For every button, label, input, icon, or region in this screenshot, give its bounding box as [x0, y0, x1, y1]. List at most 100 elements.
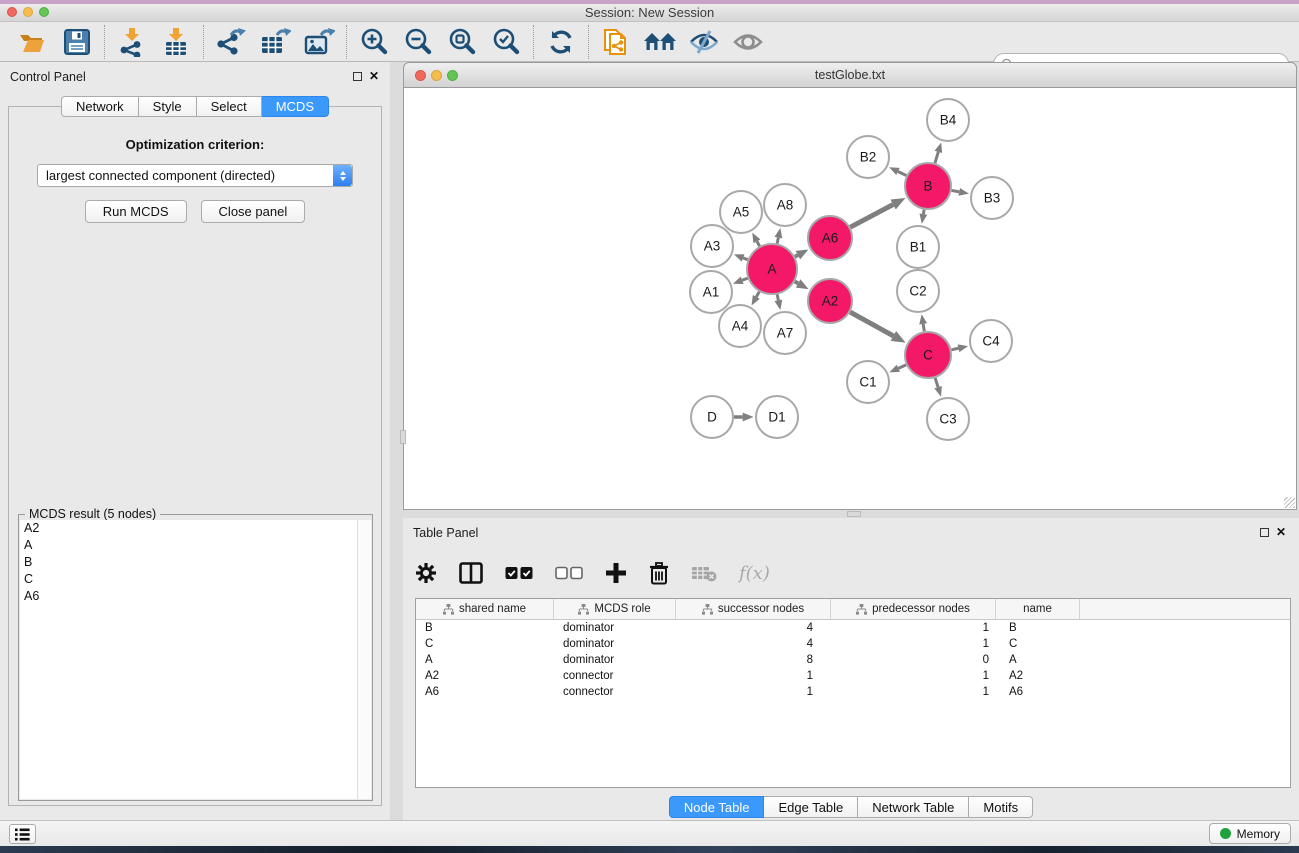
column-header-shared-name[interactable]: shared name	[416, 599, 554, 619]
graph-node-A8[interactable]: A8	[764, 184, 806, 226]
network-graph[interactable]: AA6A2BCA1A3A4A5A7A8B1B2B3B4C1C2C3C4DD1	[404, 88, 1296, 508]
cell-MCDS-role[interactable]: connector	[554, 686, 676, 698]
export-table-button[interactable]	[256, 25, 294, 59]
edge-A6-B[interactable]	[850, 205, 893, 228]
close-panel-icon[interactable]: ✕	[369, 69, 379, 83]
graph-node-C[interactable]: C	[905, 332, 951, 378]
tab-select[interactable]: Select	[197, 96, 262, 117]
graph-node-A5[interactable]: A5	[720, 191, 762, 233]
tab-network-table[interactable]: Network Table	[858, 796, 969, 818]
cell-predecessor-nodes[interactable]: 1	[831, 638, 996, 650]
graph-node-C2[interactable]: C2	[897, 270, 939, 312]
graph-node-A1[interactable]: A1	[690, 271, 732, 313]
table-row[interactable]: A2connector11A2	[416, 668, 1290, 684]
cell-name[interactable]: B	[996, 622, 1080, 634]
zoom-in-button[interactable]	[355, 25, 393, 59]
resize-grip-icon[interactable]	[1284, 497, 1295, 508]
table-row[interactable]: A6connector11A6	[416, 684, 1290, 700]
cell-successor-nodes[interactable]: 4	[676, 622, 831, 634]
memory-button[interactable]: Memory	[1209, 823, 1291, 844]
zoom-out-button[interactable]	[399, 25, 437, 59]
save-session-button[interactable]	[58, 25, 96, 59]
edge-B-B1[interactable]	[923, 210, 924, 214]
tab-style[interactable]: Style	[139, 96, 197, 117]
cell-successor-nodes[interactable]: 1	[676, 686, 831, 698]
cell-name[interactable]: A	[996, 654, 1080, 666]
close-panel-button[interactable]: Close panel	[201, 200, 306, 223]
graph-node-B[interactable]: B	[905, 163, 951, 209]
graph-node-B1[interactable]: B1	[897, 226, 939, 268]
table-row[interactable]: Cdominator41C	[416, 636, 1290, 652]
graph-node-D1[interactable]: D1	[756, 396, 798, 438]
splitter-handle[interactable]	[400, 430, 406, 444]
cell-successor-nodes[interactable]: 8	[676, 654, 831, 666]
edge-C-C4[interactable]	[951, 348, 958, 350]
graph-node-C3[interactable]: C3	[927, 398, 969, 440]
import-network-button[interactable]	[113, 25, 151, 59]
cell-name[interactable]: A2	[996, 670, 1080, 682]
delete-column-trash-icon[interactable]	[649, 562, 669, 585]
edge-C-C3[interactable]	[935, 378, 938, 387]
zoom-selected-button[interactable]	[487, 25, 525, 59]
splitter-handle[interactable]	[847, 511, 861, 517]
show-graphics-details-button[interactable]	[729, 25, 767, 59]
table-settings-gear-icon[interactable]	[415, 562, 437, 584]
duplicate-network-button[interactable]	[597, 25, 635, 59]
graph-node-A3[interactable]: A3	[691, 225, 733, 267]
graph-node-C1[interactable]: C1	[847, 361, 889, 403]
edge-B-B4[interactable]	[935, 152, 938, 163]
edge-A-A6[interactable]	[795, 255, 798, 257]
column-header-successor-nodes[interactable]: successor nodes	[676, 599, 831, 619]
edge-A-A4[interactable]	[756, 292, 759, 297]
table-row[interactable]: Bdominator41B	[416, 620, 1290, 636]
network-window-titlebar[interactable]: testGlobe.txt	[403, 62, 1297, 88]
cell-MCDS-role[interactable]: dominator	[554, 638, 676, 650]
refresh-button[interactable]	[542, 25, 580, 59]
edge-A-A7[interactable]	[777, 294, 778, 300]
cell-name[interactable]: C	[996, 638, 1080, 650]
cell-MCDS-role[interactable]: dominator	[554, 622, 676, 634]
graph-node-A4[interactable]: A4	[719, 305, 761, 347]
edge-C-C1[interactable]	[898, 365, 906, 368]
edge-A2-C[interactable]	[850, 312, 893, 336]
edge-A-A3[interactable]	[743, 258, 748, 260]
cell-MCDS-role[interactable]: connector	[554, 670, 676, 682]
column-selector-icon[interactable]	[459, 562, 483, 584]
tab-mcds[interactable]: MCDS	[262, 96, 329, 117]
graph-node-A7[interactable]: A7	[764, 312, 806, 354]
hide-graphics-details-button[interactable]	[685, 25, 723, 59]
edge-A-A2[interactable]	[795, 282, 798, 284]
graph-node-D[interactable]: D	[691, 396, 733, 438]
edge-C-C2[interactable]	[923, 324, 924, 331]
select-all-checkboxes-icon[interactable]	[505, 566, 533, 580]
mcds-result-list[interactable]: A2ABCA6	[20, 520, 358, 799]
graph-node-C4[interactable]: C4	[970, 320, 1012, 362]
import-table-button[interactable]	[157, 25, 195, 59]
column-header-name[interactable]: name	[996, 599, 1080, 619]
close-panel-icon[interactable]: ✕	[1276, 525, 1286, 539]
cell-predecessor-nodes[interactable]: 0	[831, 654, 996, 666]
result-item[interactable]: B	[20, 554, 357, 571]
cell-name[interactable]: A6	[996, 686, 1080, 698]
tab-motifs[interactable]: Motifs	[969, 796, 1033, 818]
deselect-all-checkboxes-icon[interactable]	[555, 566, 583, 580]
graph-node-A6[interactable]: A6	[808, 216, 852, 260]
cell-shared-name[interactable]: A	[416, 654, 554, 666]
tab-edge-table[interactable]: Edge Table	[764, 796, 858, 818]
result-scrollbar[interactable]	[358, 520, 371, 799]
graph-node-B3[interactable]: B3	[971, 177, 1013, 219]
home-button[interactable]	[641, 25, 679, 59]
cell-shared-name[interactable]: B	[416, 622, 554, 634]
table-row[interactable]: Adominator80A	[416, 652, 1290, 668]
tab-network[interactable]: Network	[61, 96, 139, 117]
edge-B-B2[interactable]	[898, 171, 906, 175]
criterion-select[interactable]: largest connected component (directed)	[37, 164, 353, 187]
cell-successor-nodes[interactable]: 4	[676, 638, 831, 650]
graph-node-B2[interactable]: B2	[847, 136, 889, 178]
float-panel-icon[interactable]	[1260, 528, 1269, 537]
edge-A-A8[interactable]	[777, 238, 778, 244]
tab-node-table[interactable]: Node Table	[669, 796, 765, 818]
cell-shared-name[interactable]: A6	[416, 686, 554, 698]
zoom-fit-button[interactable]	[443, 25, 481, 59]
open-session-button[interactable]	[14, 25, 52, 59]
